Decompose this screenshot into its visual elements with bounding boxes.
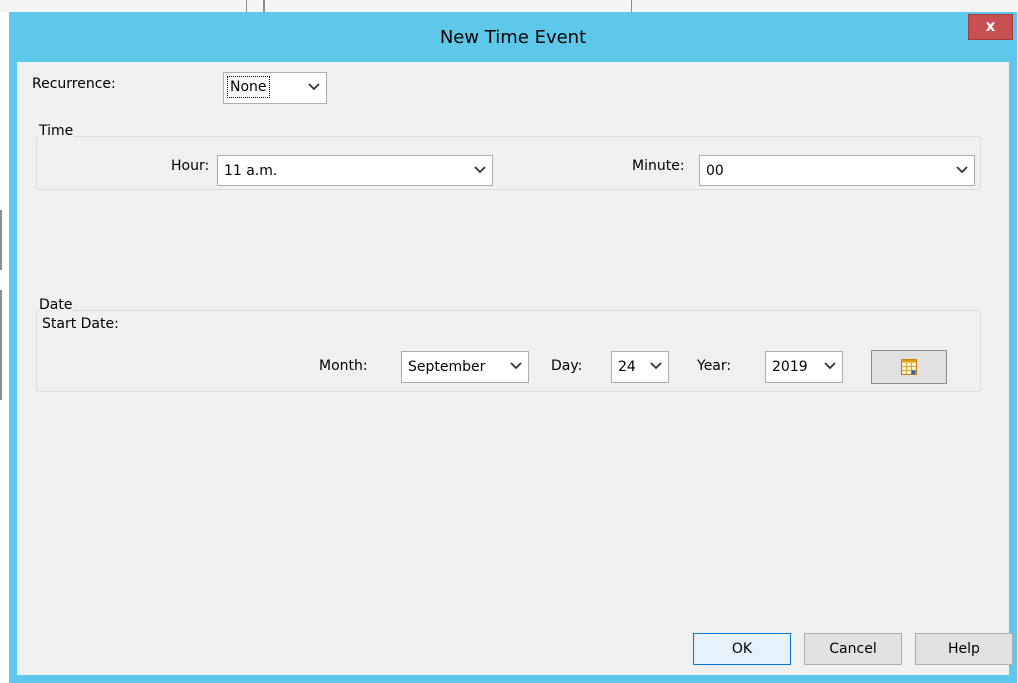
- new-time-event-dialog: New Time Event x Recurrence: None Time H…: [9, 12, 1017, 683]
- cancel-button[interactable]: Cancel: [804, 633, 902, 665]
- start-date-label: Start Date:: [42, 316, 119, 332]
- date-group-title: Date: [38, 297, 74, 313]
- month-label: Month:: [319, 358, 368, 374]
- hour-label: Hour:: [171, 158, 210, 174]
- minute-dropdown[interactable]: 00: [699, 155, 975, 186]
- day-label: Day:: [551, 358, 583, 374]
- background-divider: [246, 0, 247, 12]
- calendar-icon: [901, 359, 917, 375]
- dialog-title: New Time Event: [439, 27, 587, 48]
- chevron-down-icon: [474, 166, 486, 174]
- day-value: 24: [618, 359, 636, 375]
- chevron-down-icon: [956, 166, 968, 174]
- background-window-strip: [0, 0, 1018, 12]
- month-value: September: [408, 359, 486, 375]
- close-button[interactable]: x: [968, 14, 1013, 40]
- minute-value: 00: [706, 163, 724, 179]
- background-divider: [0, 290, 2, 400]
- year-dropdown[interactable]: 2019: [765, 351, 843, 383]
- help-button[interactable]: Help: [915, 633, 1013, 665]
- month-dropdown[interactable]: September: [401, 351, 529, 383]
- year-label: Year:: [697, 358, 732, 374]
- title-bar[interactable]: New Time Event x: [9, 12, 1017, 62]
- chevron-down-icon: [510, 362, 522, 370]
- time-group-title: Time: [38, 123, 75, 139]
- calendar-button[interactable]: [871, 350, 947, 384]
- chevron-down-icon: [650, 362, 662, 370]
- hour-dropdown[interactable]: 11 a.m.: [217, 155, 493, 186]
- recurrence-value: None: [227, 76, 270, 98]
- chevron-down-icon: [824, 362, 836, 370]
- hour-value: 11 a.m.: [224, 163, 278, 179]
- dialog-body: Recurrence: None Time Hour: 11 a.m. Minu…: [17, 62, 1013, 675]
- background-divider: [631, 0, 632, 12]
- ok-button[interactable]: OK: [693, 633, 791, 665]
- minute-label: Minute:: [632, 158, 685, 174]
- background-divider: [263, 0, 265, 12]
- chevron-down-icon: [308, 83, 320, 91]
- recurrence-dropdown[interactable]: None: [223, 72, 327, 104]
- background-divider: [0, 210, 2, 270]
- recurrence-label: Recurrence:: [32, 76, 116, 92]
- day-dropdown[interactable]: 24: [611, 351, 669, 383]
- year-value: 2019: [772, 359, 808, 375]
